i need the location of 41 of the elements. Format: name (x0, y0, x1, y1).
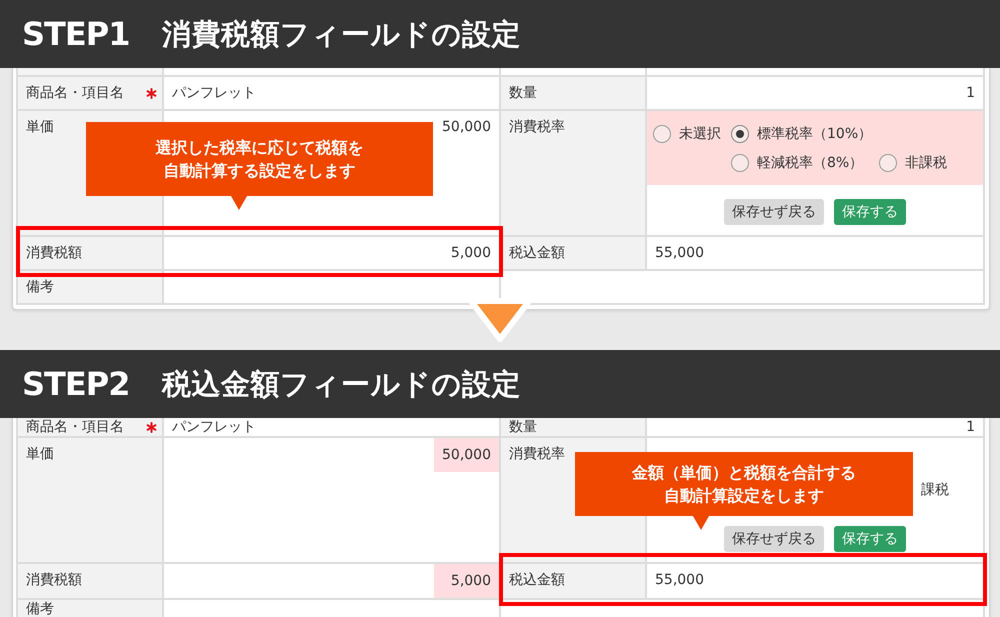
field-label: 数量 (509, 419, 537, 435)
callout-text: 金額（単価）と税額を合計する自動計算設定をします (632, 462, 856, 507)
field-label: 税込金額 (509, 245, 565, 261)
field-value: 50,000 (434, 438, 499, 472)
back-button[interactable]: 保存せず戻る (724, 526, 824, 552)
field-value: 1 (966, 85, 975, 101)
field-label: 備考 (26, 279, 54, 295)
field-label: 単価 (26, 446, 54, 462)
radio-label: 標準税率（10%） (757, 125, 872, 143)
radio-label: 軽減税率（8%） (757, 154, 864, 172)
field-label: 商品名・項目名 (26, 85, 124, 101)
step-title: 消費税額フィールドの設定 (162, 16, 521, 53)
field-label: 税込金額 (509, 572, 565, 588)
radio-label: 課税 (921, 481, 949, 499)
field-label: 消費税額 (26, 572, 82, 588)
radio-label: 未選択 (679, 125, 721, 143)
radio-button[interactable] (731, 154, 749, 172)
radio-button[interactable] (653, 125, 671, 143)
field-value: パンフレット (172, 419, 256, 435)
field-label: 消費税率 (509, 119, 565, 135)
field-value: 50,000 (442, 119, 491, 135)
step-label: STEP2 (22, 366, 130, 402)
field-value: 1 (966, 419, 975, 435)
field-value: 55,000 (655, 245, 704, 261)
radio-label: 非課税 (905, 154, 948, 172)
step-label: STEP1 (22, 16, 130, 52)
field-label: 単価 (26, 119, 54, 135)
radio-button[interactable] (731, 125, 749, 143)
field-value: 5,000 (450, 245, 491, 261)
field-label: 消費税額 (26, 245, 82, 261)
field-label: 数量 (509, 85, 537, 101)
step-title: 税込金額フィールドの設定 (162, 366, 521, 403)
field-value: パンフレット (172, 85, 256, 101)
field-label: 消費税率 (509, 446, 565, 462)
field-label: 商品名・項目名 (26, 419, 124, 435)
field-label: 備考 (26, 601, 54, 617)
field-value: 55,000 (655, 572, 704, 588)
field-value: 5,000 (434, 564, 499, 598)
callout-text: 選択した税率に応じて税額を自動計算する設定をします (156, 137, 364, 182)
back-button[interactable]: 保存せず戻る (724, 199, 824, 225)
radio-button[interactable] (879, 154, 898, 172)
